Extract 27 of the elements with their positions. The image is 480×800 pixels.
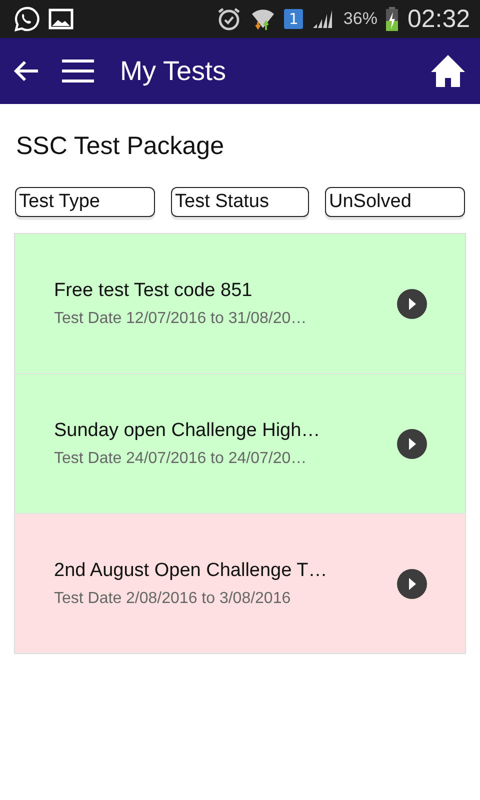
package-title: SSC Test Package: [16, 132, 225, 161]
test-dates: Test Date 2/08/2016 to 3/08/2016: [54, 590, 292, 608]
home-icon[interactable]: [430, 54, 466, 88]
filter-dropdown[interactable]: Test Type: [15, 187, 155, 217]
battery-charging-icon: [385, 6, 400, 32]
screen-title: My Tests: [120, 56, 228, 86]
play-icon[interactable]: [397, 428, 427, 458]
chat-icon: [14, 6, 40, 32]
filter-dropdown[interactable]: UnSolved: [325, 187, 465, 217]
image-icon: [48, 7, 74, 31]
test-title: Sunday open Challenge High…: [54, 420, 322, 442]
test-card[interactable]: Free test Test code 851 Test Date 12/07/2016 to 31/08/20…: [15, 234, 465, 374]
test-title: 2nd August Open Challenge T…: [54, 560, 328, 582]
test-dates: Test Date 24/07/2016 to 24/07/20…: [54, 450, 308, 468]
menu-icon[interactable]: [62, 59, 94, 83]
test-dates: Test Date 12/07/2016 to 31/08/20…: [54, 310, 308, 328]
test-card[interactable]: 2nd August Open Challenge T… Test Date 2/08/2016 to 3/08/2016: [15, 514, 465, 653]
test-card[interactable]: Sunday open Challenge High… Test Date 24/07/2016 to 24/07/20…: [15, 374, 465, 514]
alarm-icon: [216, 6, 242, 32]
filter-dropdown[interactable]: Test Status: [171, 187, 309, 217]
play-icon[interactable]: [397, 568, 427, 598]
battery-percent: 36%: [343, 9, 378, 29]
play-icon[interactable]: [397, 288, 427, 318]
clock-time: 02:32: [407, 4, 470, 34]
back-arrow-icon[interactable]: [12, 59, 40, 83]
test-title: Free test Test code 851: [54, 280, 254, 302]
sim-slot-badge: 1: [284, 9, 304, 29]
